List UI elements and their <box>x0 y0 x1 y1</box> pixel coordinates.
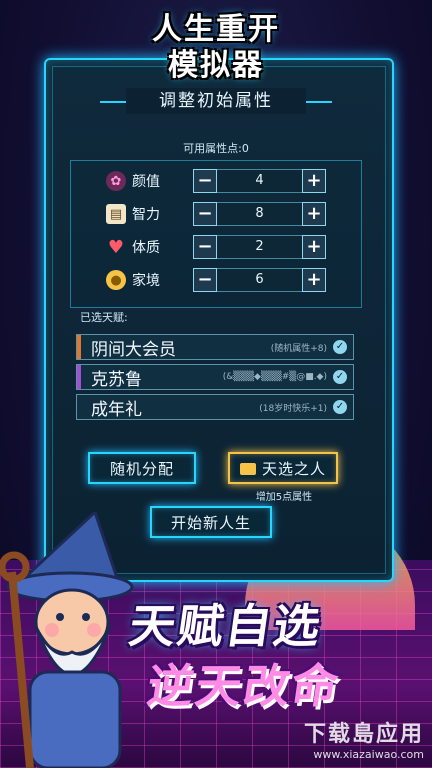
attr-row-intelligence: ▤ 智力 <box>106 201 182 227</box>
talent-name: 成年礼 <box>91 399 142 420</box>
game-title-line2: 模拟器 <box>168 48 264 83</box>
increase-family-button[interactable]: + <box>302 268 326 292</box>
game-title-line1: 人生重开 <box>152 12 280 47</box>
attr-row-appearance: ✿ 颜值 <box>106 168 182 194</box>
coin-icon: ● <box>106 270 126 290</box>
talent-item[interactable]: 成年礼 (18岁时快乐+1) ✓ <box>76 394 354 420</box>
chosen-one-label: 天选之人 <box>261 460 326 478</box>
check-icon: ✓ <box>333 400 347 414</box>
site-watermark: 下载島应用 www.xiazaiwao.com <box>304 716 424 761</box>
value-appearance: 4 <box>217 169 302 193</box>
talent-desc: (&▒▒▒◆▒▒▒#▒@■.◆) <box>222 372 327 382</box>
stepper-family: − 6 + <box>193 268 326 292</box>
slogan-line2: 逆天改命 <box>143 659 344 713</box>
subtitle-rule-right <box>306 101 332 103</box>
bow-icon: ✿ <box>106 171 126 191</box>
chosen-one-button[interactable]: 天选之人 <box>228 452 338 484</box>
video-camera-icon <box>239 463 256 475</box>
attr-label-family: 家境 <box>132 273 160 289</box>
watermark-url: www.xiazaiwao.com <box>313 748 424 761</box>
book-icon: ▤ <box>106 204 126 224</box>
talent-rarity-bar <box>77 365 81 389</box>
subtitle-rule-left <box>100 101 126 103</box>
talent-item[interactable]: 克苏鲁 (&▒▒▒◆▒▒▒#▒@■.◆) ✓ <box>76 364 354 390</box>
attr-row-family: ● 家境 <box>106 267 182 293</box>
talent-rarity-bar <box>77 395 81 419</box>
talent-item[interactable]: 阴间大会员 (随机属性+8) ✓ <box>76 334 354 360</box>
stepper-intelligence: − 8 + <box>193 202 326 226</box>
increase-physique-button[interactable]: + <box>302 235 326 259</box>
increase-appearance-button[interactable]: + <box>302 169 326 193</box>
stepper-physique: − 2 + <box>193 235 326 259</box>
attr-label-appearance: 颜值 <box>132 174 160 190</box>
value-intelligence: 8 <box>217 202 302 226</box>
attr-row-physique: ♥ 体质 <box>106 234 182 260</box>
decrease-physique-button[interactable]: − <box>193 235 217 259</box>
talent-desc: (18岁时快乐+1) <box>259 403 327 414</box>
random-assign-button[interactable]: 随机分配 <box>88 452 196 484</box>
talent-desc: (随机属性+8) <box>270 343 327 354</box>
decrease-intelligence-button[interactable]: − <box>193 202 217 226</box>
value-physique: 2 <box>217 235 302 259</box>
attr-label-intelligence: 智力 <box>132 207 160 223</box>
section-subtitle: 调整初始属性 <box>126 88 306 114</box>
attr-label-physique: 体质 <box>132 240 160 256</box>
talent-name: 阴间大会员 <box>91 339 176 360</box>
watermark-title: 下载島应用 <box>303 722 424 747</box>
chosen-one-note: 增加5点属性 <box>255 492 313 503</box>
talent-rarity-bar <box>77 335 81 359</box>
increase-intelligence-button[interactable]: + <box>302 202 326 226</box>
heart-icon: ♥ <box>107 236 125 258</box>
check-icon: ✓ <box>333 370 347 384</box>
talent-name: 克苏鲁 <box>91 369 142 390</box>
available-points: 可用属性点:0 <box>183 142 249 155</box>
stepper-appearance: − 4 + <box>193 169 326 193</box>
decrease-family-button[interactable]: − <box>193 268 217 292</box>
talents-heading: 已选天赋: <box>80 311 128 324</box>
check-icon: ✓ <box>333 340 347 354</box>
decrease-appearance-button[interactable]: − <box>193 169 217 193</box>
slogan-line1: 天赋自选 <box>125 599 326 653</box>
game-title: 人生重开 模拟器 <box>0 12 432 84</box>
value-family: 6 <box>217 268 302 292</box>
